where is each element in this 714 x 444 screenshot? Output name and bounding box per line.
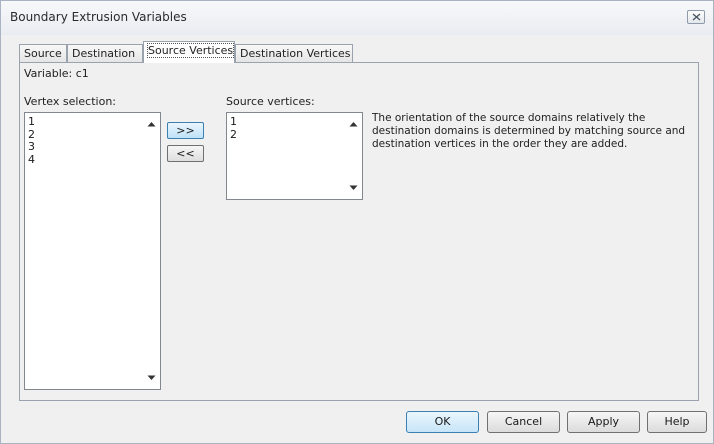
list-item[interactable]: 3 (28, 140, 35, 154)
title-bar[interactable]: Boundary Extrusion Variables (1, 1, 713, 35)
tab-destination-label: Destination (72, 47, 136, 60)
close-button[interactable] (687, 10, 705, 24)
vertex-selection-scrollbar[interactable] (143, 113, 160, 389)
scroll-down-icon[interactable] (147, 375, 156, 381)
tab-source[interactable]: Source (19, 44, 67, 63)
tab-source-vertices-label: Source Vertices (146, 43, 235, 58)
list-item[interactable]: 4 (28, 153, 35, 167)
apply-button[interactable]: Apply (567, 411, 640, 433)
list-item[interactable]: 2 (230, 128, 237, 142)
remove-vertex-button[interactable]: << (167, 145, 204, 162)
vertex-selection-list[interactable]: 1 2 3 4 (24, 112, 161, 390)
tab-source-label: Source (24, 47, 62, 60)
tab-panel: Variable: c1 Vertex selection: 1 2 3 4 >… (19, 62, 699, 401)
cancel-button[interactable]: Cancel (487, 411, 560, 433)
vertex-selection-label: Vertex selection: (24, 95, 117, 108)
boundary-extrusion-dialog: Boundary Extrusion Variables Source Dest… (0, 0, 714, 444)
tab-destination-vertices-label: Destination Vertices (240, 47, 351, 60)
help-button[interactable]: Help (647, 411, 707, 433)
close-icon (692, 13, 701, 21)
source-vertices-label: Source vertices: (226, 95, 315, 108)
tab-source-vertices[interactable]: Source Vertices (143, 41, 235, 63)
source-vertices-items: 1 2 (230, 115, 237, 142)
orientation-description: The orientation of the source domains re… (372, 112, 686, 150)
add-vertex-button[interactable]: >> (167, 122, 204, 139)
tab-destination-vertices[interactable]: Destination Vertices (235, 44, 353, 63)
ok-button[interactable]: OK (406, 411, 479, 433)
variable-label: Variable: c1 (24, 67, 89, 80)
source-vertices-scrollbar[interactable] (345, 113, 362, 199)
list-item[interactable]: 1 (230, 115, 237, 129)
scroll-up-icon[interactable] (349, 121, 358, 127)
list-item[interactable]: 1 (28, 115, 35, 129)
tab-destination[interactable]: Destination (67, 44, 143, 63)
vertex-selection-items: 1 2 3 4 (28, 115, 35, 167)
window-title: Boundary Extrusion Variables (10, 10, 187, 24)
scroll-up-icon[interactable] (147, 121, 156, 127)
source-vertices-list[interactable]: 1 2 (226, 112, 363, 200)
scroll-down-icon[interactable] (349, 185, 358, 191)
